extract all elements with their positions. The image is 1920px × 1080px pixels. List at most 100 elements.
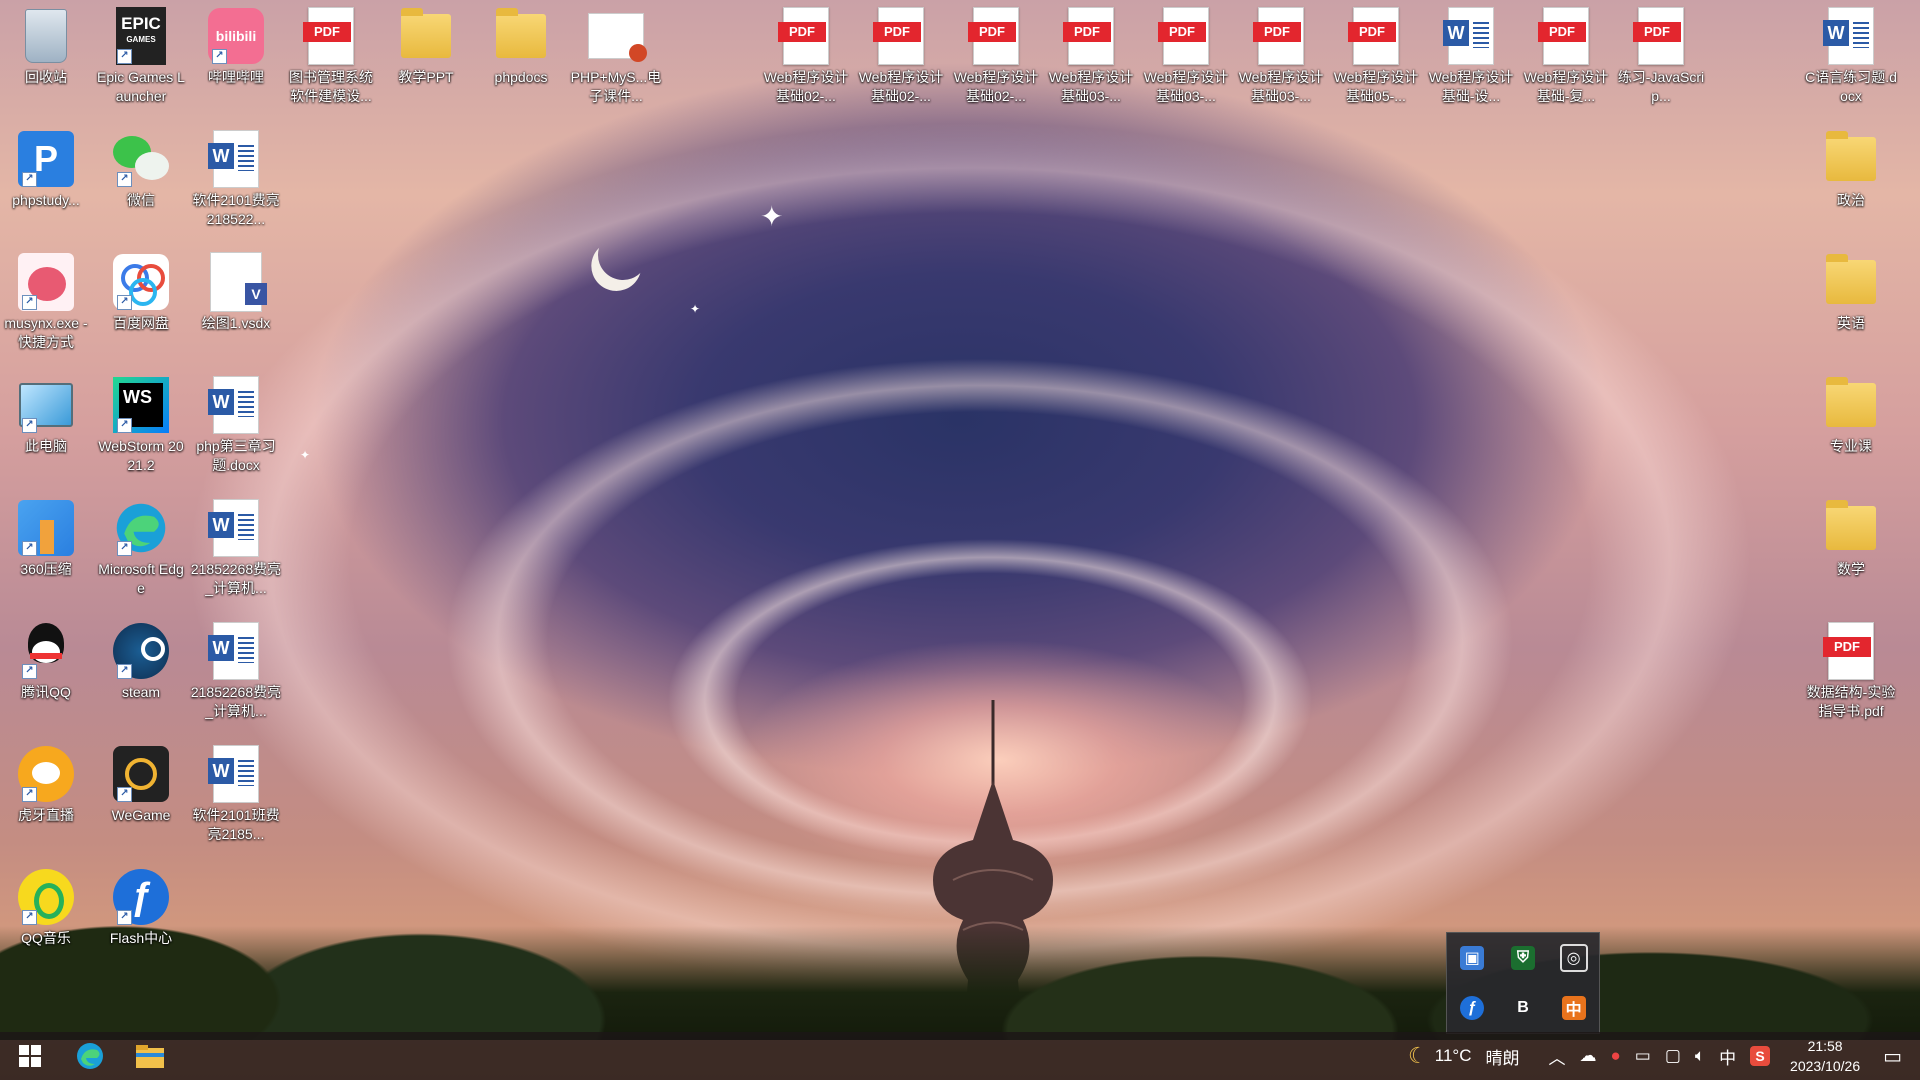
desktop-icon[interactable]: PHP+MyS...电子课件... — [570, 6, 662, 116]
desktop-icon[interactable]: phpdocs — [475, 6, 567, 116]
desktop-icon[interactable]: PDF 图书管理系统软件建模设... — [285, 6, 377, 116]
visio-icon: V — [208, 252, 267, 312]
desktop-icon[interactable]: PDF 数据结构-实验指导书.pdf — [1805, 621, 1897, 731]
desktop-icon[interactable]: P ↗ phpstudy... — [0, 129, 92, 239]
desktop-icon[interactable]: EPIC GAMES ↗ Epic Games Launcher — [95, 6, 187, 116]
moon-decoration — [591, 223, 655, 287]
desktop-icon[interactable]: PDF Web程序设计基础02-... — [950, 6, 1042, 116]
wegame-icon: ↗ — [113, 744, 169, 804]
desktop-icon[interactable]: W 软件2101班费亮2185... — [190, 744, 282, 854]
desktop-icon[interactable]: PDF Web程序设计基础02-... — [855, 6, 947, 116]
windows-logo-icon — [19, 1045, 41, 1067]
moon-weather-icon[interactable]: ☾ — [1408, 1043, 1428, 1069]
desktop-icon[interactable]: 回收站 — [0, 6, 92, 116]
desktop-icon[interactable]: PDF Web程序设计基础03-... — [1235, 6, 1327, 116]
desktop-icon[interactable]: PDF Web程序设计基础-复... — [1520, 6, 1612, 116]
folder-icon — [493, 6, 549, 66]
battery-icon[interactable]: ▭ — [1635, 1046, 1651, 1066]
tray-screenshot-icon[interactable]: ◎ — [1559, 944, 1588, 972]
desktop-icon[interactable]: 数学 — [1805, 498, 1897, 608]
desktop-icon-label: steam — [121, 684, 161, 700]
qq-tray-icon[interactable]: ● — [1610, 1046, 1620, 1066]
desktop-icon[interactable]: 英语 — [1805, 252, 1897, 362]
desktop-icon[interactable]: W C语言练习题.docx — [1805, 6, 1897, 116]
wechat-icon: ↗ — [113, 129, 169, 189]
desktop-icon-label: Web程序设计基础03-... — [1143, 69, 1229, 104]
desktop-icon[interactable]: PDF 练习-JavaScrip... — [1615, 6, 1707, 116]
baidu-netdisk-icon: ↗ — [113, 252, 169, 312]
desktop-icon[interactable]: ↗ 此电脑 — [0, 375, 92, 485]
desktop-icon[interactable]: ↗ steam — [95, 621, 187, 731]
volume-icon[interactable]: 🔈︎ — [1695, 1046, 1705, 1066]
desktop-icon[interactable]: ↗ 微信 — [95, 129, 187, 239]
tray-overflow-popup: ▣ ⛨ ◎ ƒ B 中 — [1446, 932, 1600, 1034]
desktop-icon-label: phpstudy... — [12, 192, 80, 208]
chevron-up-icon[interactable]: ︿ — [1548, 1044, 1565, 1069]
notification-icon[interactable]: ▭ — [1883, 1044, 1902, 1069]
sogou-icon[interactable]: S — [1750, 1046, 1771, 1066]
desktop-icon[interactable]: ↗ 腾讯QQ — [0, 621, 92, 731]
desktop-icon[interactable]: W 21852268费亮_计算机... — [190, 498, 282, 608]
steam-icon: ↗ — [113, 621, 169, 681]
start-button[interactable] — [0, 1032, 60, 1080]
tray-photo-app-icon[interactable]: ▣ — [1460, 946, 1485, 970]
tray-security-shield-icon[interactable]: ⛨ — [1510, 946, 1535, 970]
network-icon[interactable]: ▢ — [1665, 1046, 1681, 1066]
desktop[interactable]: ✦ ✦ ✦ 回收站 EPIC GAMES ↗ Epic Games Launcher bi… — [0, 0, 1920, 1080]
taskbar-edge-button[interactable] — [60, 1032, 120, 1080]
desktop-icon[interactable]: V 绘图1.vsdx — [190, 252, 282, 362]
tray-ime-icon[interactable]: 中 — [1561, 996, 1586, 1020]
taskbar-file-explorer-button[interactable] — [120, 1032, 180, 1080]
tray-b-app-icon[interactable]: B — [1511, 996, 1535, 1020]
desktop-icon[interactable]: ↗ 360压缩 — [0, 498, 92, 608]
desktop-icon[interactable]: ↗ Microsoft Edge — [95, 498, 187, 608]
desktop-icon[interactable]: ↗ WeGame — [95, 744, 187, 854]
ime-indicator[interactable]: 中 — [1719, 1044, 1736, 1069]
desktop-icon[interactable]: W 21852268费亮_计算机... — [190, 621, 282, 731]
clock-time: 21:58 — [1807, 1038, 1843, 1054]
clock-date: 2023/10/26 — [1790, 1058, 1861, 1074]
bilibili-icon: bilibili ↗ — [208, 6, 264, 66]
weather-condition[interactable]: 晴朗 — [1485, 1044, 1519, 1069]
desktop-icon[interactable]: ƒ ↗ Flash中心 — [95, 867, 187, 977]
desktop-icon[interactable]: bilibili ↗ 哔哩哔哩 — [190, 6, 282, 116]
shortcut-arrow-icon: ↗ — [22, 172, 37, 187]
desktop-icon-label: Web程序设计基础-设... — [1428, 69, 1514, 104]
tray-flash-icon[interactable]: ƒ — [1460, 996, 1485, 1020]
word-icon: W — [208, 744, 264, 804]
folder-icon — [1823, 252, 1879, 312]
desktop-icon[interactable]: Wphp第三章习题.docx — [190, 375, 282, 485]
weather-temperature[interactable]: 11°C — [1435, 1046, 1472, 1066]
forest-decoration — [0, 850, 1920, 1040]
zip-icon: ↗ — [18, 498, 74, 558]
desktop-icon-label: 绘图1.vsdx — [201, 315, 271, 331]
desktop-icon[interactable]: 专业课 — [1805, 375, 1897, 485]
pdf-icon: PDF — [303, 6, 359, 66]
cloud-icon[interactable]: ☁ — [1579, 1046, 1596, 1066]
desktop-icon[interactable]: PDF Web程序设计基础02-... — [760, 6, 852, 116]
desktop-icon-label: php第三章习题.docx — [196, 438, 276, 473]
desktop-icon-label: 哔哩哔哩 — [208, 69, 264, 85]
desktop-icon[interactable]: ↗ 虎牙直播 — [0, 744, 92, 854]
desktop-icon[interactable]: PDF Web程序设计基础03-... — [1045, 6, 1137, 116]
shortcut-arrow-icon: ↗ — [22, 541, 37, 556]
desktop-icon[interactable]: PDF Web程序设计基础05-... — [1330, 6, 1422, 116]
desktop-icon[interactable]: 政治 — [1805, 129, 1897, 239]
word-icon: W — [1823, 6, 1879, 66]
clock[interactable]: 21:58 2023/10/26 — [1777, 1036, 1873, 1076]
pdf-icon: PDF — [1348, 6, 1404, 66]
desktop-icon[interactable]: 教学PPT — [380, 6, 472, 116]
desktop-icon[interactable]: WS ↗ WebStorm 2021.2 — [95, 375, 187, 485]
desktop-icon[interactable]: ↗ QQ音乐 — [0, 867, 92, 977]
desktop-icon[interactable]: ↗ musynx.exe - 快捷方式 — [0, 252, 92, 362]
desktop-icon[interactable]: ↗ 百度网盘 — [95, 252, 187, 362]
desktop-icon[interactable]: W 软件2101费亮218522... — [190, 129, 282, 239]
word-icon: W — [208, 375, 264, 435]
desktop-icon-label: Flash中心 — [109, 930, 173, 946]
shortcut-arrow-icon: ↗ — [117, 787, 132, 802]
desktop-icon-label: 教学PPT — [398, 69, 454, 85]
star-decoration: ✦ — [690, 302, 701, 316]
desktop-icon[interactable]: W Web程序设计基础-设... — [1425, 6, 1517, 116]
desktop-icon[interactable]: PDF Web程序设计基础03-... — [1140, 6, 1232, 116]
desktop-icon-label: 软件2101班费亮2185... — [192, 807, 280, 842]
